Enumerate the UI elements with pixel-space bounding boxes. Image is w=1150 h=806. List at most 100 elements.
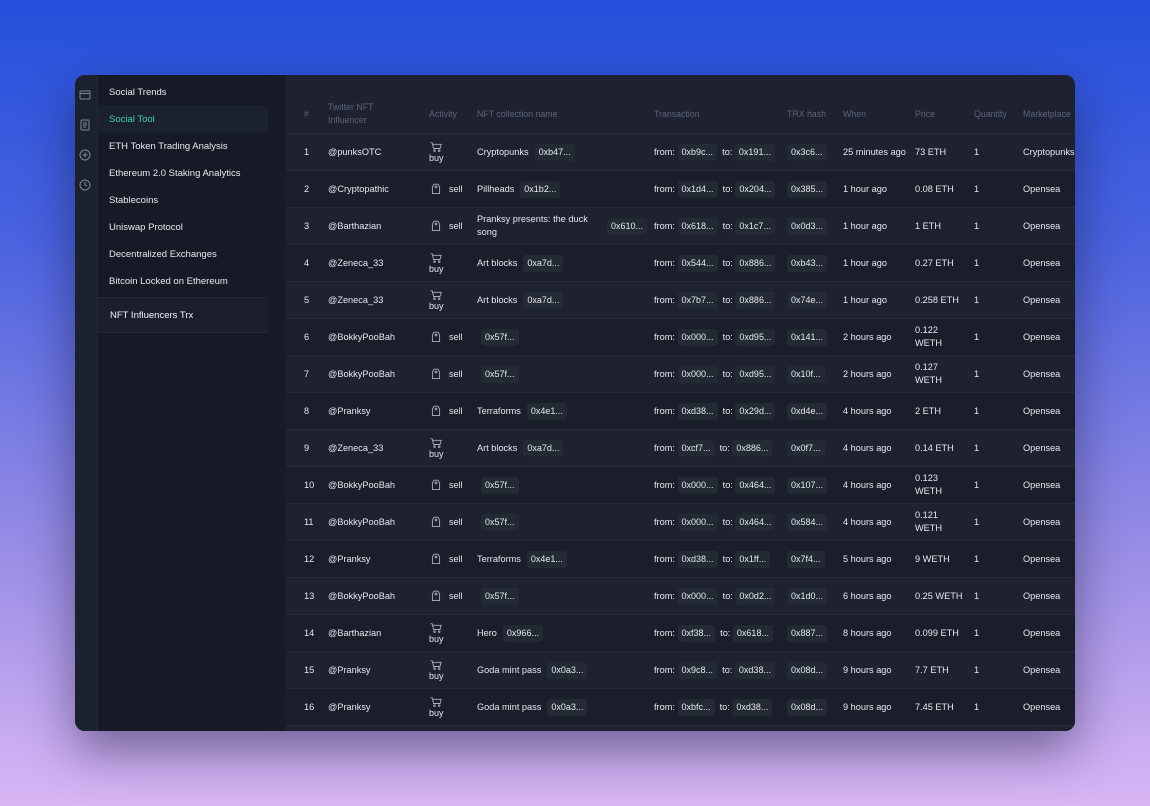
table-row[interactable]: 1 @punksOTC buy Cryptopunks 0xb47... from: 0x…	[286, 133, 1075, 170]
trx-hash[interactable]: 0x08d...	[787, 698, 828, 716]
to-address[interactable]: 0x0d2...	[735, 587, 776, 605]
col-header-influencer[interactable]: Twitter NFT Influencer	[328, 101, 373, 127]
collection-address[interactable]: 0x57f...	[481, 328, 519, 346]
trx-hash[interactable]: 0x107...	[787, 476, 828, 494]
from-address[interactable]: 0x7b7...	[677, 291, 718, 309]
collection-address[interactable]: 0xb47...	[534, 143, 575, 161]
trx-hash[interactable]: 0x1d0...	[787, 587, 828, 605]
col-header-quantity[interactable]: Quantity	[974, 108, 1007, 121]
from-address[interactable]: 0x000...	[677, 476, 718, 494]
from-address[interactable]: 0xb9c...	[677, 143, 718, 161]
to-address[interactable]: 0x464...	[735, 476, 776, 494]
to-address[interactable]: 0x886...	[735, 291, 776, 309]
table-row[interactable]: 7 @BokkyPooBah sell 0x57f... from: 0x000... …	[286, 355, 1075, 392]
from-address[interactable]: 0xd38...	[677, 402, 718, 420]
from-address[interactable]: 0x000...	[677, 365, 718, 383]
from-address[interactable]: 0x1d4...	[677, 180, 718, 198]
influencer-handle[interactable]: @Pranksy	[328, 541, 371, 577]
to-address[interactable]: 0xd38...	[734, 661, 775, 679]
collection-address[interactable]: 0x610...	[606, 217, 647, 235]
collection-address[interactable]: 0x57f...	[481, 365, 519, 383]
from-address[interactable]: 0xcf7...	[677, 439, 715, 457]
table-row[interactable]: 16 @Pranksy buy Goda mint pass 0x0a3... from:…	[286, 688, 1075, 725]
influencer-handle[interactable]: @punksOTC	[328, 134, 381, 170]
table-row[interactable]: 2 @Cryptopathic sell Pillheads 0x1b2... from:…	[286, 170, 1075, 207]
collection-address[interactable]: 0xa7d...	[523, 439, 564, 457]
to-address[interactable]: 0xd95...	[735, 365, 776, 383]
table-row[interactable]: 9 @Zeneca_33 buy Art blocks 0xa7d... from: 0x…	[286, 429, 1075, 466]
to-address[interactable]: 0x191...	[734, 143, 775, 161]
to-address[interactable]: 0xd95...	[735, 328, 776, 346]
table-row[interactable]: 8 @Pranksy sell Terraforms 0x4e1... from: 0xd…	[286, 392, 1075, 429]
to-address[interactable]: 0x464...	[735, 513, 776, 531]
sidebar-section-nft-influencers[interactable]: NFT Influencers Trx	[98, 297, 268, 333]
to-address[interactable]: 0x886...	[732, 439, 773, 457]
trx-hash[interactable]: 0xd4e...	[787, 402, 828, 420]
table-row[interactable]: 17 @Zeneca_33 buy Art blocks0xa7d... from: 0…	[286, 725, 1075, 731]
collection-address[interactable]: 0x57f...	[481, 476, 519, 494]
to-address[interactable]: 0x29d...	[735, 402, 776, 420]
influencer-handle[interactable]: @BokkyPooBah	[328, 319, 395, 355]
collection-address[interactable]: 0x1b2...	[520, 180, 561, 198]
from-address[interactable]: 0xd38...	[677, 550, 718, 568]
collection-address[interactable]: 0x966...	[502, 624, 543, 642]
col-header-activity[interactable]: Activity	[429, 108, 457, 121]
clock-icon[interactable]	[79, 179, 91, 191]
from-address[interactable]: 0x000...	[677, 587, 718, 605]
influencer-handle[interactable]: @BokkyPooBah	[328, 356, 395, 392]
influencer-handle[interactable]: @Zeneca_33	[328, 726, 383, 731]
collection-address[interactable]: 0x57f...	[481, 587, 519, 605]
table-row[interactable]: 11 @BokkyPooBah sell 0x57f... from: 0x000...…	[286, 503, 1075, 540]
from-address[interactable]: 0xbfc...	[677, 698, 715, 716]
trx-hash[interactable]: 0xb43...	[787, 254, 828, 272]
collection-address[interactable]: 0x4e1...	[526, 550, 567, 568]
trx-hash[interactable]: 0x74e...	[787, 291, 828, 309]
collection-address[interactable]: 0xa7d...	[523, 291, 564, 309]
collection-address[interactable]: 0x0a3...	[547, 661, 588, 679]
table-row[interactable]: 12 @Pranksy sell Terraforms 0x4e1... from: 0x…	[286, 540, 1075, 577]
trx-hash[interactable]: 0x10f...	[787, 365, 825, 383]
table-row[interactable]: 5 @Zeneca_33 buy Art blocks 0xa7d... from: 0x…	[286, 281, 1075, 318]
table-row[interactable]: 6 @BokkyPooBah sell 0x57f... from: 0x000... …	[286, 318, 1075, 355]
influencer-handle[interactable]: @BokkyPooBah	[328, 578, 395, 614]
sidebar-item-dex[interactable]: Decentralized Exchanges	[98, 241, 268, 268]
trx-hash[interactable]: 0x08d...	[787, 661, 828, 679]
from-address[interactable]: 0x544...	[677, 254, 718, 272]
trx-hash[interactable]: 0x0f7...	[787, 439, 825, 457]
trx-hash[interactable]: 0x141...	[787, 328, 828, 346]
trx-hash[interactable]: 0x3c6...	[787, 143, 827, 161]
collection-address[interactable]: 0x4e1...	[526, 402, 567, 420]
influencer-handle[interactable]: @Pranksy	[328, 689, 371, 725]
col-header-collection[interactable]: NFT collection name	[477, 108, 558, 121]
influencer-handle[interactable]: @Pranksy	[328, 652, 371, 688]
plus-circle-icon[interactable]	[79, 149, 91, 161]
collection-address[interactable]: 0x57f...	[481, 513, 519, 531]
influencer-handle[interactable]: @Zeneca_33	[328, 430, 383, 466]
collection-address[interactable]: 0xa7d...	[523, 254, 564, 272]
table-row[interactable]: 3 @Barthazian sell Pranksy presents: the du…	[286, 207, 1075, 244]
to-address[interactable]: 0x1c7...	[735, 217, 775, 235]
from-address[interactable]: 0x000...	[677, 513, 718, 531]
trx-hash[interactable]: 0x887...	[787, 624, 828, 642]
from-address[interactable]: 0xf38...	[677, 624, 716, 642]
sidebar-item-eth2-staking[interactable]: Ethereum 2.0 Staking Analytics	[98, 160, 268, 187]
table-row[interactable]: 10 @BokkyPooBah sell 0x57f... from: 0x000...…	[286, 466, 1075, 503]
influencer-handle[interactable]: @BokkyPooBah	[328, 504, 395, 540]
table-row[interactable]: 4 @Zeneca_33 buy Art blocks 0xa7d... from: 0x…	[286, 244, 1075, 281]
table-row[interactable]: 14 @Barthazian buy Hero 0x966... from: 0xf38.…	[286, 614, 1075, 651]
influencer-handle[interactable]: @Barthazian	[328, 208, 381, 244]
influencer-handle[interactable]: @Zeneca_33	[328, 282, 383, 318]
document-icon[interactable]	[79, 119, 91, 131]
from-address[interactable]: 0x000...	[677, 328, 718, 346]
col-header-hash[interactable]: TRX hash	[787, 108, 826, 121]
from-address[interactable]: 0x618...	[677, 217, 718, 235]
col-header-price[interactable]: Price	[915, 108, 935, 121]
to-address[interactable]: 0x618...	[732, 624, 773, 642]
to-address[interactable]: 0x1ff...	[735, 550, 771, 568]
col-header-marketplace[interactable]: Marketplace	[1023, 108, 1071, 121]
influencer-handle[interactable]: @BokkyPooBah	[328, 467, 395, 503]
to-address[interactable]: 0xd38...	[732, 698, 773, 716]
sidebar-item-social-tool[interactable]: Social Tool	[98, 106, 268, 133]
wallet-icon[interactable]	[79, 89, 91, 101]
col-header-transaction[interactable]: Transaction	[654, 108, 700, 121]
